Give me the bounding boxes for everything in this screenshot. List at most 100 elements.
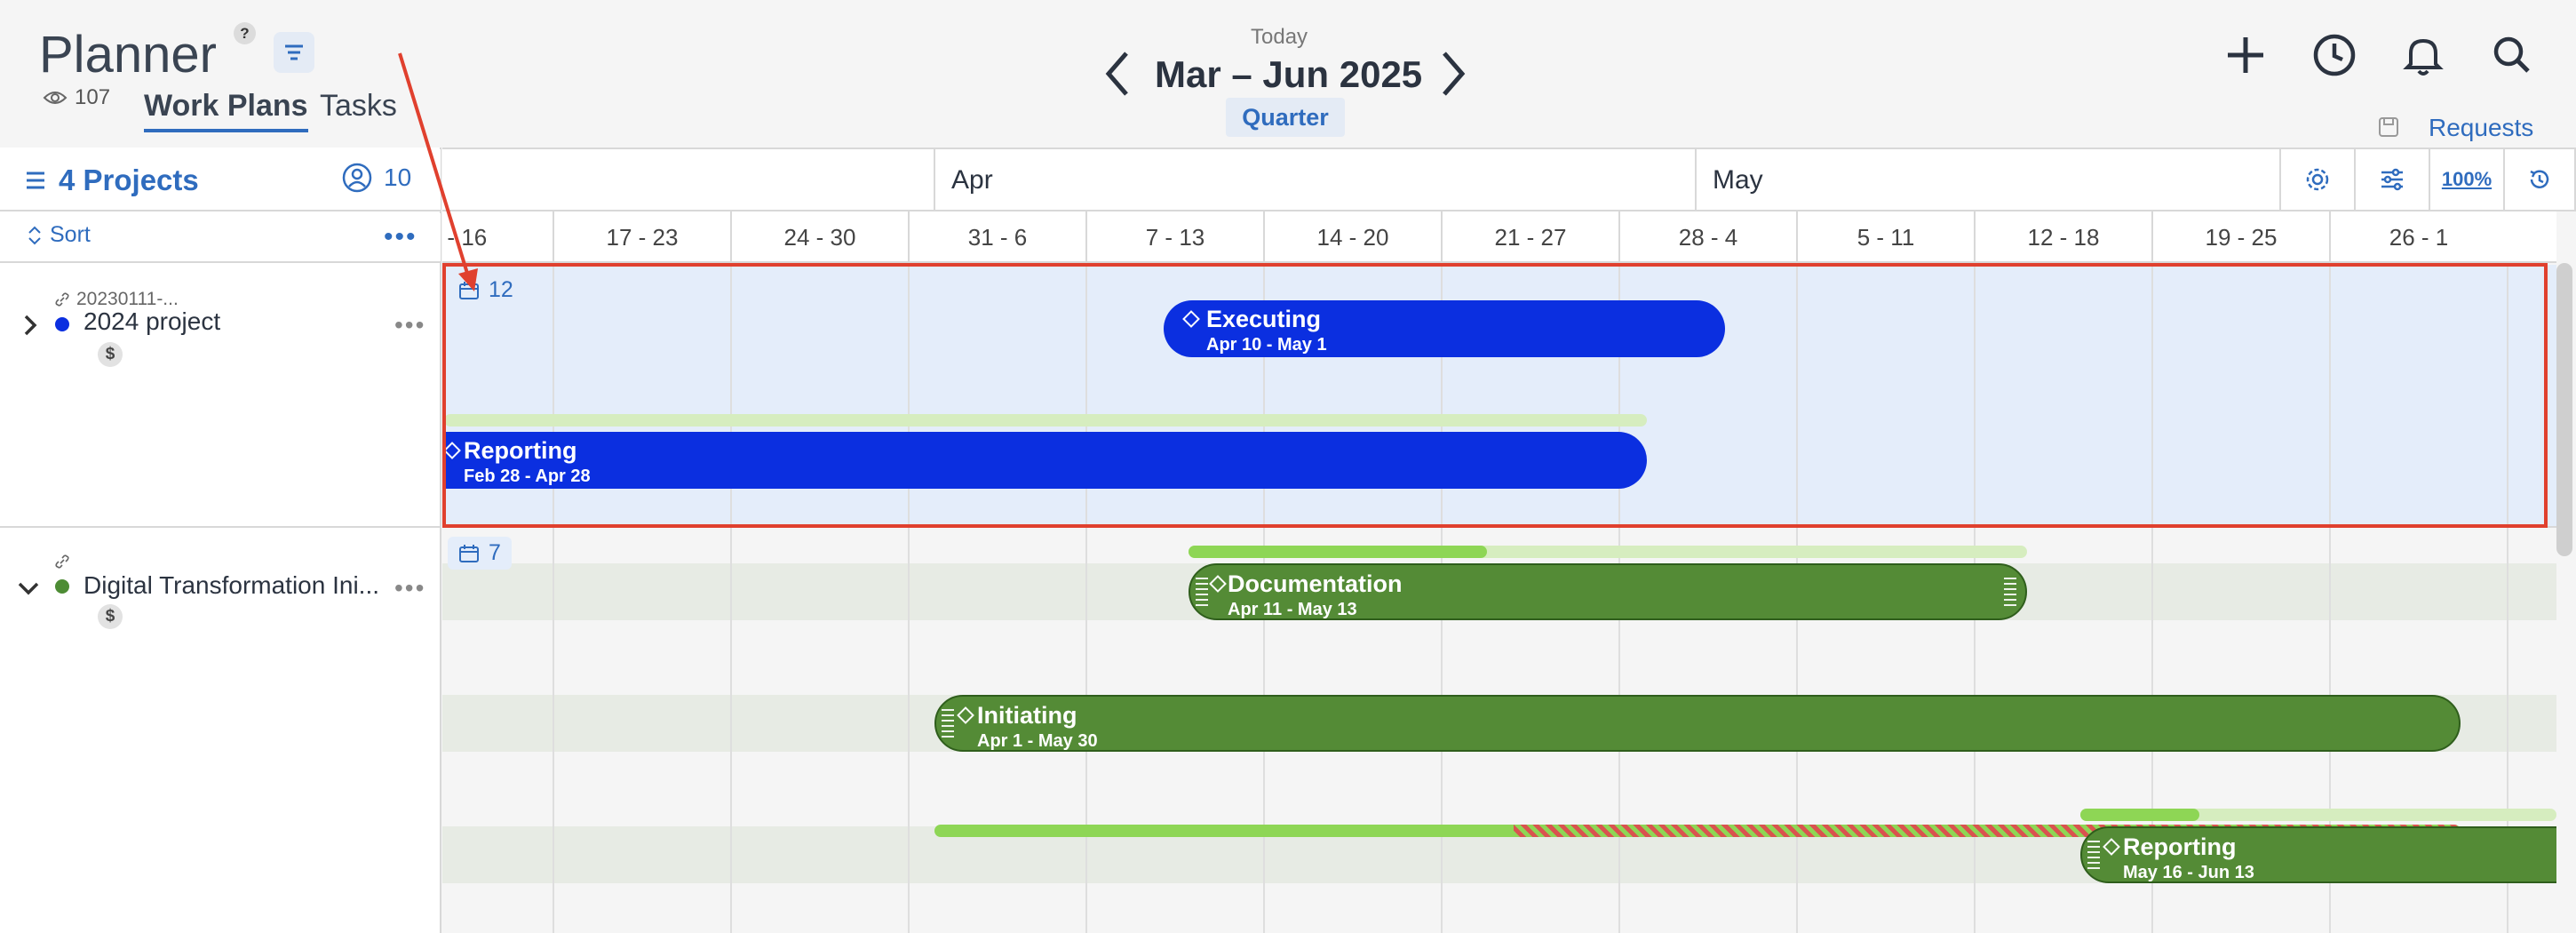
history-icon [2530,170,2549,188]
task-count: 7 [489,540,501,565]
search-icon [2493,36,2530,73]
month-header: Apr May [442,148,2556,211]
zoom-level: 100% [2441,168,2493,190]
sort-button[interactable]: Sort [27,222,91,248]
project-more-icon[interactable]: ••• [394,574,425,602]
next-period-button[interactable] [1432,46,1473,101]
link-icon [55,554,69,573]
sliders-icon [2381,168,2403,191]
week-label: 0 - 16 [442,224,488,251]
eye-icon [43,92,68,104]
week-label: 12 - 18 [1974,211,2151,263]
progress-track [2080,809,2556,821]
page-title: Planner [39,26,217,84]
week-label: 7 - 13 [1085,211,1263,263]
project-name[interactable]: Digital Transformation Ini... [83,571,379,600]
user-icon [342,163,372,193]
progress-fill [1189,546,1487,558]
filter-button[interactable] [274,32,314,73]
people-count: 10 [384,163,412,191]
projects-count-label: 4 Projects [59,163,199,196]
date-range-label: Mar – Jun 2025 [1155,53,1423,95]
week-label: 21 - 27 [1441,211,1618,263]
requests-link[interactable]: Requests [2429,114,2533,142]
expand-chevron-icon[interactable] [21,313,39,342]
drag-handle-left[interactable] [2087,841,2100,871]
month-label: Apr [934,149,993,211]
views-count: 107 [75,85,111,109]
adjust-button[interactable] [2356,149,2430,210]
milestone-diamond-icon [2103,838,2120,856]
project-color-dot [55,317,69,331]
week-header: 0 - 16 17 - 23 24 - 30 31 - 6 7 - 13 14 … [442,211,2556,263]
today-button[interactable]: Today [1251,25,1308,50]
drag-handle-right[interactable] [2004,578,2016,608]
dollar-icon: $ [98,604,123,629]
milestone-diamond-icon [957,706,974,724]
people-button[interactable]: 10 [341,162,411,194]
help-icon[interactable]: ? [234,22,256,44]
week-label: 31 - 6 [908,211,1085,263]
chevron-right-icon [1443,52,1466,96]
history-button[interactable] [2505,149,2574,210]
progress-track [1189,546,2027,558]
week-label: 28 - 4 [1618,211,1796,263]
gantt-bar-reporting-2[interactable]: Reporting May 16 - Jun 13 [2080,826,2556,883]
menu-icon [27,171,44,189]
sort-icon [28,226,41,244]
project-name[interactable]: 2024 project [83,307,220,336]
views-counter: 107 [43,85,110,110]
week-label: 24 - 30 [730,211,908,263]
bar-title: Initiating [977,702,1077,729]
drag-handle-left[interactable] [942,709,954,739]
milestone-diamond-icon [1209,575,1227,593]
search-button[interactable] [2487,30,2537,80]
bar-title: Reporting [2123,833,2237,860]
save-icon[interactable] [2377,116,2400,139]
bell-icon [2403,38,2444,76]
tab-tasks[interactable]: Tasks [320,89,397,124]
collapse-chevron-icon[interactable] [16,579,41,602]
settings-button[interactable] [2281,149,2356,210]
annotation-highlight-box [442,263,2548,528]
gantt-bar-initiating[interactable]: Initiating Apr 1 - May 30 [934,695,2461,752]
tab-work-plans[interactable]: Work Plans [144,89,308,132]
bar-dates: May 16 - Jun 13 [2123,863,2254,882]
task-count-badge[interactable]: 7 [448,537,512,570]
add-button[interactable] [2221,30,2270,80]
chevron-left-icon [1105,52,1128,96]
plus-icon [2228,37,2263,73]
calendar-icon [459,544,479,562]
clock-icon [2313,34,2356,76]
week-label: 19 - 25 [2151,211,2329,263]
week-label: 5 - 11 [1796,211,1974,263]
bar-dates: Apr 1 - May 30 [977,731,1098,751]
drag-handle-left[interactable] [1196,578,1208,608]
more-options-icon[interactable]: ••• [384,222,417,252]
timeline-toolbar: 100% [2279,148,2576,211]
project-color-dot [55,579,69,594]
month-label: May [1695,149,1763,211]
zoom-button[interactable]: 100% [2430,149,2505,210]
projects-panel [0,148,441,933]
clock-button[interactable] [2310,30,2359,80]
projects-menu-button[interactable]: 4 Projects [25,163,199,197]
notifications-button[interactable] [2398,30,2448,80]
gantt-bar-documentation[interactable]: Documentation Apr 11 - May 13 [1189,563,2027,620]
sort-label: Sort [50,222,91,247]
previous-period-button[interactable] [1098,46,1139,101]
project-more-icon[interactable]: ••• [394,311,425,339]
divider [0,526,441,528]
week-label: 14 - 20 [1263,211,1441,263]
bar-title: Documentation [1228,570,1403,597]
link-icon [55,292,69,307]
week-label: 26 - 1 [2329,211,2507,263]
period-selector[interactable]: Quarter [1226,98,1345,137]
vertical-scrollbar[interactable] [2556,263,2572,556]
dollar-icon: $ [98,342,123,367]
week-label: 17 - 23 [553,211,730,263]
filter-icon [285,44,303,60]
gear-icon [2306,168,2329,191]
bar-dates: Apr 11 - May 13 [1228,600,1357,619]
progress-fill [2080,809,2199,821]
